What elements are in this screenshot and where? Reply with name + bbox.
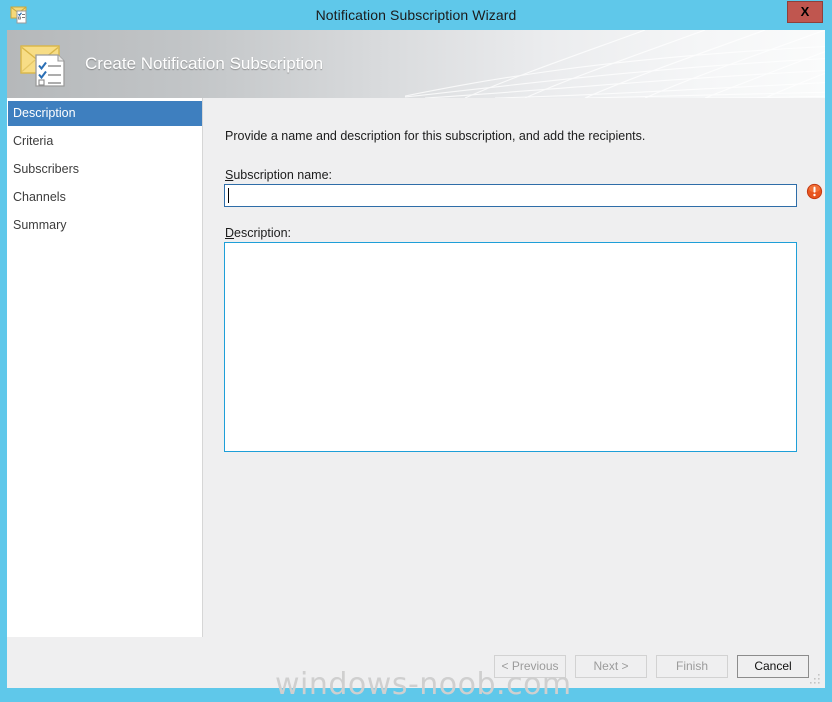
window-title: Notification Subscription Wizard bbox=[315, 7, 517, 23]
close-button[interactable]: X bbox=[787, 1, 823, 23]
sidebar-item-label: Summary bbox=[13, 218, 67, 232]
accelerator-letter: D bbox=[225, 226, 235, 240]
sidebar-item-label: Subscribers bbox=[13, 162, 79, 176]
wizard-footer: < Previous Next > Finish Cancel bbox=[7, 637, 825, 688]
resize-grip[interactable] bbox=[809, 673, 821, 685]
sidebar-item-description[interactable]: Description bbox=[8, 101, 202, 126]
cancel-button[interactable]: Cancel bbox=[737, 655, 809, 678]
sidebar-item-label: Criteria bbox=[13, 134, 54, 148]
wizard-content-pane: Provide a name and description for this … bbox=[203, 98, 825, 637]
next-button[interactable]: Next > bbox=[575, 655, 647, 678]
wizard-banner: Create Notification Subscription bbox=[7, 30, 825, 98]
banner-mesh-decoration bbox=[405, 30, 825, 98]
label-text: escription: bbox=[234, 226, 292, 240]
sidebar-item-channels[interactable]: Channels bbox=[7, 185, 202, 210]
previous-button[interactable]: < Previous bbox=[494, 655, 566, 678]
error-exclamation-icon[interactable] bbox=[806, 183, 823, 200]
subscription-name-label: Subscription name: bbox=[225, 168, 332, 182]
banner-envelope-checklist-icon bbox=[19, 38, 71, 90]
text-caret bbox=[228, 188, 229, 203]
title-bar: Notification Subscription Wizard X bbox=[0, 0, 832, 30]
intro-instruction: Provide a name and description for this … bbox=[225, 129, 646, 143]
label-text: ubscription name: bbox=[233, 168, 333, 182]
sidebar-item-criteria[interactable]: Criteria bbox=[7, 129, 202, 154]
wizard-step-list: Description Criteria Subscribers Channel… bbox=[7, 98, 203, 637]
sidebar-item-label: Channels bbox=[13, 190, 66, 204]
finish-button[interactable]: Finish bbox=[656, 655, 728, 678]
wizard-window: Notification Subscription Wizard X Creat… bbox=[0, 0, 832, 702]
banner-heading: Create Notification Subscription bbox=[85, 54, 324, 73]
description-label: Description: bbox=[225, 226, 291, 240]
sidebar-item-subscribers[interactable]: Subscribers bbox=[7, 157, 202, 182]
sidebar-item-label: Description bbox=[13, 106, 76, 120]
wizard-body: Description Criteria Subscribers Channel… bbox=[7, 98, 825, 688]
sidebar-item-summary[interactable]: Summary bbox=[7, 213, 202, 238]
description-textarea[interactable] bbox=[224, 242, 797, 452]
subscription-name-input[interactable] bbox=[224, 184, 797, 207]
